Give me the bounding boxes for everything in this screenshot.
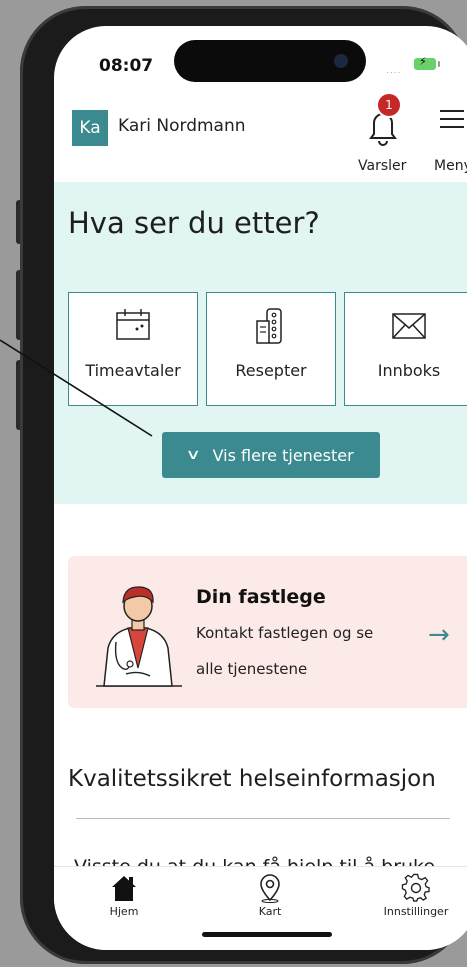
annotation-pointer-line <box>0 339 153 437</box>
